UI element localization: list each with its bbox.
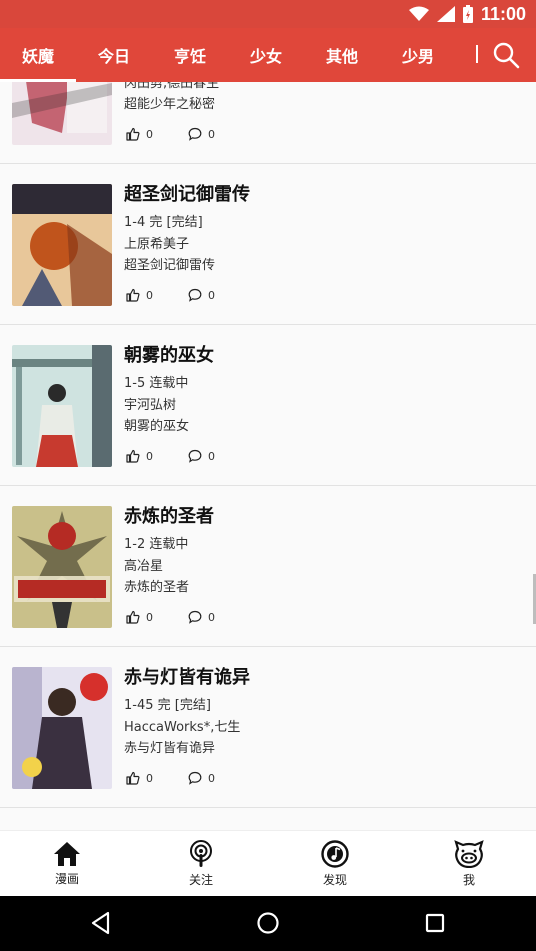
comic-author: 上原希美子: [124, 237, 190, 252]
comic-title: 赤炼的圣者: [124, 506, 214, 527]
like-button[interactable]: 0: [126, 449, 153, 463]
comment-count: 0: [208, 288, 215, 302]
comic-description: 朝雾的巫女: [124, 419, 190, 434]
comment-bubble-icon: [188, 610, 202, 624]
comment-bubble-icon: [188, 127, 202, 141]
nav-item-comics[interactable]: 漫画: [0, 831, 134, 896]
nav-item-follow[interactable]: 关注: [134, 831, 268, 896]
comic-description: 超能少年之秘密: [124, 97, 216, 112]
music-disc-icon: [321, 839, 349, 868]
comic-title: 超圣剑记御雷传: [124, 184, 250, 205]
back-icon[interactable]: [88, 910, 114, 936]
nav-label: 漫画: [54, 871, 79, 886]
tab-label: 其他: [325, 47, 358, 66]
tab-label: 少女: [249, 47, 282, 66]
comic-description: 超圣剑记御雷传: [124, 258, 216, 273]
home-icon: [54, 841, 80, 866]
tab-shounen[interactable]: 少男: [380, 28, 456, 82]
comment-bubble-icon: [188, 771, 202, 785]
comic-list[interactable]: 冈田剪,德田春生 超能少年之秘密 0 0 超圣剑记御雷传 1-4 完 [完结] …: [0, 82, 536, 830]
wifi-icon: [408, 6, 429, 21]
tab-label: 今日: [97, 47, 130, 66]
thumbs-up-icon: [126, 127, 140, 141]
comic-author: 宇河弘树: [124, 398, 177, 413]
comic-chapters: 1-45 完 [完结]: [124, 698, 211, 713]
nav-label: 发现: [322, 872, 347, 887]
like-count: 0: [146, 127, 153, 141]
comic-title: 赤与灯皆有诡异: [124, 667, 250, 688]
comic-description: 赤与灯皆有诡异: [124, 741, 216, 756]
like-button[interactable]: 0: [126, 288, 153, 302]
comic-cover[interactable]: [12, 82, 112, 145]
bottom-navigation: 漫画 关注 发现 我: [0, 830, 536, 896]
tab-shoujo[interactable]: 少女: [228, 28, 304, 82]
nav-item-discover[interactable]: 发现: [268, 831, 402, 896]
thumbs-up-icon: [126, 771, 140, 785]
battery-icon: [462, 5, 473, 23]
status-time: 11:00: [480, 3, 526, 24]
comment-button[interactable]: 0: [188, 610, 215, 624]
comic-description: 赤炼的圣者: [124, 580, 190, 595]
signal-icon: [436, 6, 455, 22]
status-icons: 11:00: [408, 2, 526, 26]
comic-list-item[interactable]: 朝雾的巫女 1-5 连载中 宇河弘树 朝雾的巫女 0 0: [0, 325, 536, 486]
comic-chapters: 1-5 连载中: [124, 376, 189, 391]
tab-other[interactable]: 其他: [304, 28, 380, 82]
comic-author: HaccaWorks*,七生: [124, 720, 241, 735]
app-bar: 妖魔 今日 亨饪 少女 其他 少男: [0, 28, 536, 82]
nav-label: 关注: [188, 872, 213, 887]
search-icon[interactable]: [492, 41, 520, 69]
recents-icon[interactable]: [422, 910, 448, 936]
like-button[interactable]: 0: [126, 610, 153, 624]
comic-chapters: 1-4 完 [完结]: [124, 215, 203, 230]
like-count: 0: [146, 610, 153, 624]
nav-label: 我: [462, 872, 475, 887]
comic-chapters: 1-2 连载中: [124, 537, 189, 552]
thumbs-up-icon: [126, 288, 140, 302]
comment-button[interactable]: 0: [188, 288, 215, 302]
thumbs-up-icon: [126, 610, 140, 624]
tab-today[interactable]: 今日: [76, 28, 152, 82]
like-button[interactable]: 0: [126, 127, 153, 141]
tab-yaomo[interactable]: 妖魔: [0, 28, 76, 82]
home-button-icon[interactable]: [255, 910, 281, 936]
like-button[interactable]: 0: [126, 771, 153, 785]
thumbs-up-icon: [126, 449, 140, 463]
nav-item-me[interactable]: 我: [402, 831, 536, 896]
comment-bubble-icon: [188, 449, 202, 463]
system-navigation-bar: [0, 896, 536, 951]
comic-author: 冈田剪,德田春生: [124, 82, 220, 91]
comment-button[interactable]: 0: [188, 771, 215, 785]
tab-cooking[interactable]: 亨饪: [152, 28, 228, 82]
podcast-icon: [190, 839, 212, 867]
comment-button[interactable]: 0: [188, 127, 215, 141]
pig-face-icon: [454, 839, 484, 868]
tab-label: 少男: [401, 47, 434, 66]
comment-button[interactable]: 0: [188, 449, 215, 463]
comic-list-item[interactable]: 超圣剑记御雷传 1-4 完 [完结] 上原希美子 超圣剑记御雷传 0 0: [0, 164, 536, 325]
comic-author: 高冶星: [124, 559, 164, 574]
status-bar: 11:00: [0, 0, 536, 28]
tab-label: 亨饪: [173, 47, 206, 66]
tab-label: 妖魔: [21, 47, 54, 66]
comment-count: 0: [208, 610, 215, 624]
category-tabs: 妖魔 今日 亨饪 少女 其他 少男: [0, 28, 456, 82]
comment-bubble-icon: [188, 288, 202, 302]
comment-count: 0: [208, 449, 215, 463]
like-count: 0: [146, 771, 153, 785]
comment-count: 0: [208, 127, 215, 141]
comic-cover[interactable]: [12, 184, 112, 306]
comic-list-item[interactable]: 冈田剪,德田春生 超能少年之秘密 0 0: [0, 82, 536, 164]
comic-list-item[interactable]: 赤与灯皆有诡异 1-45 完 [完结] HaccaWorks*,七生 赤与灯皆有…: [0, 647, 536, 808]
like-count: 0: [146, 449, 153, 463]
comic-cover[interactable]: [12, 667, 112, 789]
comic-cover[interactable]: [12, 506, 112, 628]
comic-cover[interactable]: [12, 345, 112, 467]
comment-count: 0: [208, 771, 215, 785]
like-count: 0: [146, 288, 153, 302]
tab-overflow-indicator: [476, 45, 478, 63]
comic-title: 朝雾的巫女: [124, 345, 214, 366]
comic-list-item[interactable]: 赤炼的圣者 1-2 连载中 高冶星 赤炼的圣者 0 0: [0, 486, 536, 647]
